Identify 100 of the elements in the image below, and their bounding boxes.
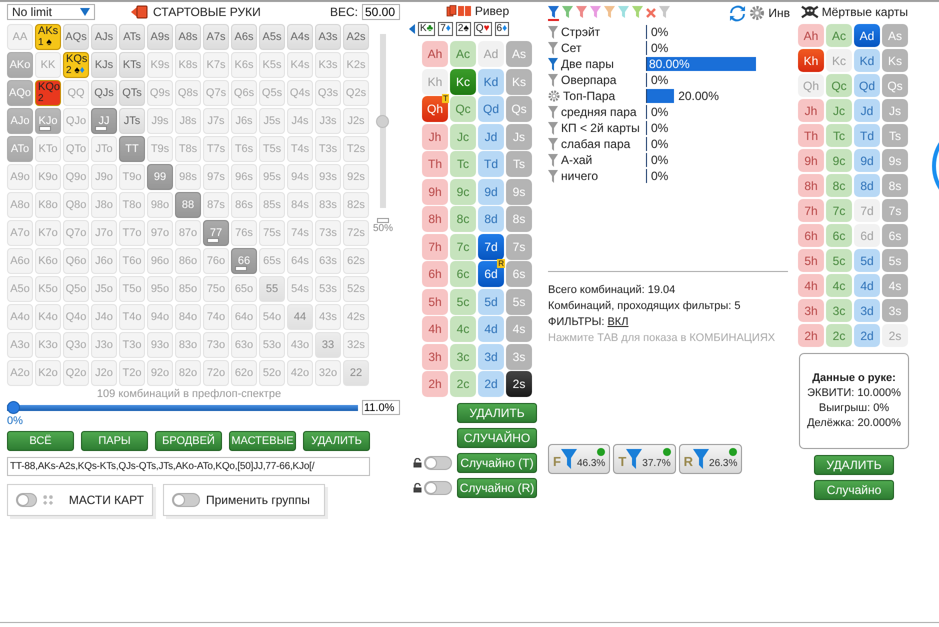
range-button[interactable]: ВСЁ bbox=[7, 431, 74, 451]
hand-cell[interactable]: Q9o bbox=[63, 164, 89, 190]
card-tile[interactable]: Qd bbox=[478, 96, 504, 122]
filter-badge[interactable]: R 26.3% bbox=[678, 444, 742, 474]
hand-cell[interactable]: A5o bbox=[7, 276, 33, 302]
hand-cell[interactable]: 93s bbox=[315, 164, 341, 190]
hand-cell[interactable]: T9s bbox=[147, 136, 173, 162]
card-tile[interactable]: Qc bbox=[826, 74, 852, 97]
filter-icon[interactable] bbox=[548, 106, 558, 118]
hand-cell[interactable]: A9o bbox=[7, 164, 33, 190]
hand-cell[interactable]: T5o bbox=[119, 276, 145, 302]
filter-badge[interactable]: F 46.3% bbox=[548, 444, 610, 474]
card-tile[interactable]: Ad bbox=[854, 24, 880, 47]
card-tile[interactable]: 3c bbox=[826, 299, 852, 322]
hand-cell[interactable]: T6s bbox=[231, 136, 257, 162]
hand-cell[interactable]: 73o bbox=[203, 332, 229, 358]
hand-cell[interactable]: Q2s bbox=[343, 80, 369, 106]
card-tile[interactable]: 9c bbox=[450, 178, 476, 204]
hand-cell[interactable]: 87o bbox=[175, 220, 201, 246]
board-card[interactable]: 2♠ bbox=[456, 22, 471, 36]
hand-cell[interactable]: J2s bbox=[343, 108, 369, 134]
card-tile[interactable]: 8s bbox=[506, 206, 532, 232]
card-tile[interactable]: 2d bbox=[854, 324, 880, 347]
hand-cell[interactable]: 54o bbox=[259, 304, 285, 330]
card-tile[interactable]: Th bbox=[798, 124, 824, 147]
card-tile[interactable]: Ac bbox=[826, 24, 852, 47]
card-tile[interactable]: 4c bbox=[450, 316, 476, 342]
hand-cell[interactable]: Q9s bbox=[147, 80, 173, 106]
random-button[interactable]: Случайно (R) bbox=[457, 478, 537, 498]
hand-cell[interactable]: 62o bbox=[231, 360, 257, 386]
hand-cell[interactable]: Q2o bbox=[63, 360, 89, 386]
card-tile[interactable]: Ah bbox=[422, 41, 448, 67]
card-tile[interactable]: 8d bbox=[478, 206, 504, 232]
hand-cell[interactable]: 66 bbox=[231, 248, 257, 274]
hand-cell[interactable]: QQ bbox=[63, 80, 89, 106]
hand-cell[interactable]: 74o bbox=[203, 304, 229, 330]
toggle-switch[interactable] bbox=[172, 493, 200, 507]
hand-cell[interactable]: 84o bbox=[175, 304, 201, 330]
card-tile[interactable]: 4s bbox=[882, 274, 908, 297]
hand-cell[interactable]: T3s bbox=[315, 136, 341, 162]
hand-cell[interactable]: 83s bbox=[315, 192, 341, 218]
hand-cell[interactable]: 53s bbox=[315, 276, 341, 302]
card-tile[interactable]: Tc bbox=[450, 151, 476, 177]
hand-cell[interactable]: 82o bbox=[175, 360, 201, 386]
card-tile[interactable]: Qh bbox=[798, 74, 824, 97]
card-tile[interactable]: Ts bbox=[506, 151, 532, 177]
card-tile[interactable]: 5d bbox=[478, 288, 504, 314]
hand-cell[interactable]: Q5o bbox=[63, 276, 89, 302]
card-tile[interactable]: 4c bbox=[826, 274, 852, 297]
card-tile[interactable]: Kh bbox=[798, 49, 824, 72]
hand-cell[interactable]: 42o bbox=[287, 360, 313, 386]
card-tile[interactable]: Js bbox=[882, 99, 908, 122]
hand-cell[interactable]: AKs 1 ♠ bbox=[35, 24, 61, 50]
card-tile[interactable]: Td bbox=[478, 151, 504, 177]
hand-cell[interactable]: 97s bbox=[203, 164, 229, 190]
hand-cell[interactable]: 32s bbox=[343, 332, 369, 358]
hand-cell[interactable]: QJo bbox=[63, 108, 89, 134]
hand-cell[interactable]: ATo bbox=[7, 136, 33, 162]
hand-cell[interactable]: 99 bbox=[147, 164, 173, 190]
settings-icon[interactable] bbox=[749, 5, 766, 21]
hand-cell[interactable]: 64s bbox=[287, 248, 313, 274]
card-tile[interactable]: 9s bbox=[506, 178, 532, 204]
card-tile[interactable]: 9d bbox=[478, 178, 504, 204]
hand-cell[interactable]: 92s bbox=[343, 164, 369, 190]
hand-cell[interactable]: 95s bbox=[259, 164, 285, 190]
hand-cell[interactable]: K5s bbox=[259, 52, 285, 78]
card-tile[interactable]: 2c bbox=[826, 324, 852, 347]
board-button[interactable]: СЛУЧАЙНО bbox=[457, 428, 537, 448]
card-tile[interactable]: 2s bbox=[882, 324, 908, 347]
hand-cell[interactable]: AKo bbox=[7, 52, 33, 78]
card-tile[interactable]: Kd bbox=[478, 68, 504, 94]
hand-cell[interactable]: 32o bbox=[315, 360, 341, 386]
hand-cell[interactable]: Q4o bbox=[63, 304, 89, 330]
hand-cell[interactable]: KJs bbox=[91, 52, 117, 78]
hand-cell[interactable]: J2o bbox=[91, 360, 117, 386]
hand-cell[interactable]: A3s bbox=[315, 24, 341, 50]
card-tile[interactable]: 7s bbox=[506, 234, 532, 260]
card-tile[interactable]: 7c bbox=[450, 234, 476, 260]
toggle-switch[interactable] bbox=[424, 481, 452, 495]
hand-cell[interactable]: 75s bbox=[259, 220, 285, 246]
filter-icon[interactable] bbox=[548, 138, 558, 150]
card-tile[interactable]: 5s bbox=[882, 249, 908, 272]
hand-cell[interactable]: 96s bbox=[231, 164, 257, 190]
dead-cards-button[interactable]: УДАЛИТЬ bbox=[814, 455, 894, 475]
hand-cell[interactable]: T8s bbox=[175, 136, 201, 162]
hand-cell[interactable]: J5o bbox=[91, 276, 117, 302]
hand-cell[interactable]: K2s bbox=[343, 52, 369, 78]
hand-cell[interactable]: Q6o bbox=[63, 248, 89, 274]
hand-cell[interactable]: T7o bbox=[119, 220, 145, 246]
card-tile[interactable]: Jc bbox=[450, 124, 476, 150]
hand-cell[interactable]: Q7o bbox=[63, 220, 89, 246]
hand-cell[interactable]: QTs bbox=[119, 80, 145, 106]
card-tile[interactable]: 3h bbox=[798, 299, 824, 322]
filter-icon[interactable] bbox=[562, 6, 573, 20]
card-tile[interactable]: 8s bbox=[882, 174, 908, 197]
hand-cell[interactable]: Q7s bbox=[203, 80, 229, 106]
card-tile[interactable]: Ah bbox=[798, 24, 824, 47]
hand-cell[interactable]: 76o bbox=[203, 248, 229, 274]
hand-cell[interactable]: J6s bbox=[231, 108, 257, 134]
hand-cell[interactable]: 85o bbox=[175, 276, 201, 302]
